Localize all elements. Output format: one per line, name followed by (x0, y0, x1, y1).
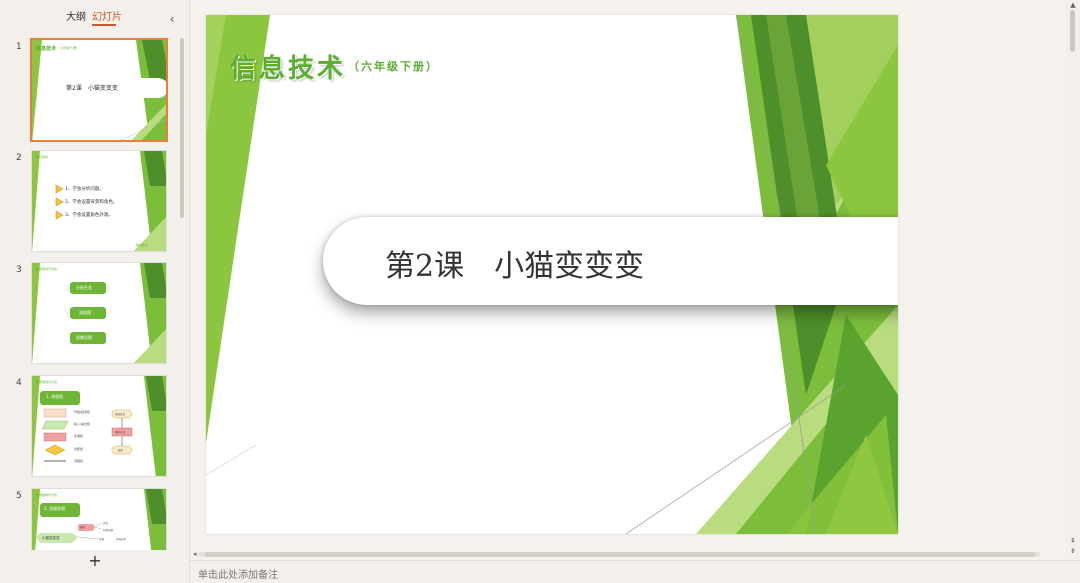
title-placeholder[interactable]: 第2课 小猫变变变 (323, 217, 898, 305)
thumb-header: 学习目标 (36, 155, 49, 159)
thumb-header: 任务驱动与方法 (36, 493, 58, 497)
slide-title[interactable]: 第2课 小猫变变变 (385, 241, 644, 285)
thumb-leaf: 背景切换 (103, 529, 114, 532)
thumb-item: 3、学会设置角色外观。 (65, 213, 113, 218)
thumb-button-label: 思路导图 (76, 335, 92, 340)
thumb-node: 角色 (80, 526, 86, 529)
thumb-banner: 1. 流程图 (46, 394, 64, 399)
thumb-legend: 输入/输出框 (74, 422, 91, 426)
thumb-item: 2、学会设置背景和角色。 (65, 200, 118, 205)
thumb-logo: 信息技术 (36, 46, 57, 52)
thumb-header: 任务驱动与方法 (36, 380, 58, 384)
slide-canvas[interactable]: 信息技术 （六年级下册） 第2课 小猫变变变 (206, 15, 898, 534)
tab-slides[interactable]: 幻灯片 (92, 8, 122, 23)
thumb-button-label: 分析任务 (76, 285, 92, 290)
thumb-flow-step: 结束 (118, 449, 124, 452)
slide-thumbnail-list: 1 信息技术 （六年级下册） 第2课 小猫变变变 2 学习目标 1、学会分析问题… (0, 30, 180, 550)
thumb-center: 小猫变变变 (42, 536, 60, 540)
panel-tabs: 大纲 幻灯片 ‹ (0, 6, 190, 26)
previous-slide-icon[interactable]: ⇞ (1068, 537, 1078, 546)
thumb-item: 1、学会分析问题。 (65, 187, 104, 192)
thumb-legend: 处理框 (74, 434, 84, 438)
thumb-banner: 2. 思路导图 (44, 506, 66, 511)
thumb-flow-step: 开始录音 (115, 413, 126, 416)
thumb-header: 任务驱动与方法 (36, 267, 58, 271)
slide-panel: 大纲 幻灯片 ‹ 1 信息技术 （六年级下册） 第2课 小猫变变变 2 学习目标… (0, 0, 190, 583)
slide-logo-subtitle: （六年级下册） (348, 60, 439, 73)
vertical-scrollbar[interactable] (1066, 0, 1080, 560)
slide-thumbnail-3[interactable]: 任务驱动与方法 分析任务 流程图 思路导图 (31, 262, 167, 364)
slide-number: 3 (16, 265, 22, 275)
active-tab-indicator (92, 24, 116, 26)
slide-number: 2 (16, 153, 22, 163)
panel-scrollbar[interactable] (180, 38, 184, 218)
chevron-left-icon[interactable]: ‹ (166, 12, 178, 26)
slide-logo: 信息技术 (230, 54, 347, 84)
notes-pane[interactable]: 单击此处添加备注 (190, 560, 1080, 583)
thumb-footer: 信息技术 (136, 243, 149, 247)
notes-placeholder[interactable]: 单击此处添加备注 (198, 566, 278, 581)
thumb-legend: 开始/结束框 (74, 410, 91, 414)
scroll-left-icon[interactable]: ◂ (193, 550, 197, 558)
slide-number: 1 (16, 42, 22, 52)
thumb-logo-sub: （六年级下册） (58, 46, 80, 50)
slide-number: 5 (16, 491, 22, 501)
slide-thumbnail-2[interactable]: 学习目标 1、学会分析问题。 2、学会设置背景和角色。 3、学会设置角色外观。 … (31, 150, 167, 252)
vertical-scroll-thumb[interactable] (1070, 10, 1075, 52)
horizontal-scroll-thumb[interactable] (205, 552, 1035, 557)
thumb-legend: 流程线 (74, 459, 84, 463)
thumb-leaf: 外观变化 (116, 538, 127, 541)
slide-number: 4 (16, 378, 22, 388)
thumb-button-label: 流程图 (79, 310, 91, 315)
scroll-up-icon[interactable]: ▲ (1068, 1, 1078, 10)
thumb-flow-step: 播放声音 (115, 431, 126, 434)
thumb-legend: 判断框 (74, 447, 84, 451)
thumb-title: 第2课 小猫变变变 (66, 85, 118, 92)
add-slide-button[interactable]: + (87, 553, 103, 569)
thumb-branch: 外观 (99, 538, 105, 541)
slide-thumbnail-4[interactable]: 任务驱动与方法 1. 流程图 开始/结束框 输入/输出框 处理框 判断框 流程线… (31, 375, 167, 477)
thumb-leaf: 造型 (103, 522, 109, 525)
slide-thumbnail-5[interactable]: 任务驱动与方法 2. 思路导图 角色 小猫变变变 外观 造型 背景切换 外观变化 (31, 488, 167, 550)
slide-thumbnail-1[interactable]: 信息技术 （六年级下册） 第2课 小猫变变变 (30, 38, 168, 142)
next-slide-icon[interactable]: ⇟ (1068, 547, 1078, 556)
tab-outline[interactable]: 大纲 (66, 8, 86, 23)
